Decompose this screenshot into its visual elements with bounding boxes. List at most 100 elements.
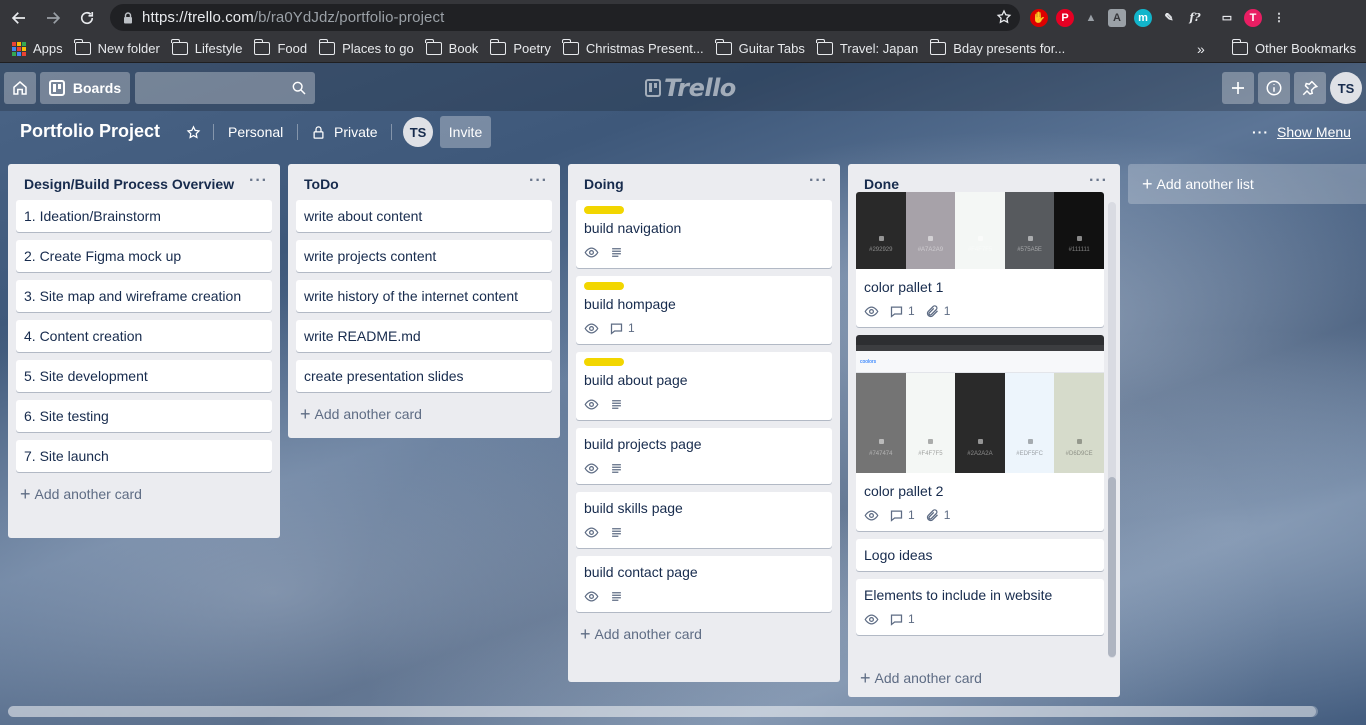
list-menu-button[interactable]: ··· <box>529 172 548 190</box>
card[interactable]: build projects page <box>576 428 832 484</box>
profile-avatar[interactable]: T <box>1244 8 1262 27</box>
card[interactable]: 1. Ideation/Brainstorm <box>16 200 272 232</box>
bookmark-folder[interactable]: Lifestyle <box>171 39 242 56</box>
add-card-button[interactable]: + Add another card <box>848 664 994 696</box>
plus-icon: + <box>300 404 311 424</box>
card[interactable]: build about page <box>576 352 832 420</box>
list-title[interactable]: Design/Build Process Overview <box>8 164 280 200</box>
add-list-button[interactable]: + Add another list <box>1128 164 1366 204</box>
bookmarks-overflow-button[interactable]: » <box>1197 41 1205 57</box>
chrome-menu-icon[interactable]: ⋮ <box>1270 9 1288 27</box>
card[interactable]: 6. Site testing <box>16 400 272 432</box>
bookmark-folder[interactable]: Travel: Japan <box>816 39 919 56</box>
add-card-button[interactable]: + Add another card <box>288 400 560 432</box>
card[interactable]: build skills page <box>576 492 832 548</box>
card[interactable]: 2. Create Figma mock up <box>16 240 272 272</box>
visibility-button[interactable]: Private <box>311 116 378 148</box>
add-list-label: Add another list <box>1156 176 1254 192</box>
card-color-pallet-1[interactable]: #292929 #A7A2A9 #F4F7F5 #575A5E #111111 … <box>856 192 1104 327</box>
bookmark-folder[interactable]: Bday presents for... <box>929 39 1065 56</box>
card[interactable]: 3. Site map and wireframe creation <box>16 280 272 312</box>
color-swatch: #F4F7F5 <box>905 373 956 473</box>
extension-whatfont-icon[interactable]: f? <box>1186 9 1204 27</box>
bookmark-folder[interactable]: Poetry <box>489 39 551 56</box>
list-title[interactable]: ToDo <box>288 164 560 200</box>
extension-font-icon[interactable]: A <box>1108 8 1126 27</box>
list-menu-button[interactable]: ··· <box>1089 172 1108 190</box>
list-design-build: Design/Build Process Overview ··· 1. Ide… <box>8 164 280 538</box>
card[interactable]: write projects content <box>296 240 552 272</box>
list-scrollbar[interactable] <box>1108 202 1116 658</box>
lock-icon <box>124 11 132 23</box>
board-icon <box>48 80 65 96</box>
card[interactable]: Logo ideas <box>856 539 1104 571</box>
list-title[interactable]: Doing <box>568 164 840 200</box>
card-title: build hompage <box>584 296 676 312</box>
search-input[interactable] <box>135 72 315 104</box>
card[interactable]: build navigation <box>576 200 832 268</box>
card-title: build navigation <box>584 220 682 236</box>
bookmark-folder[interactable]: Guitar Tabs <box>715 39 805 56</box>
bookmark-folder[interactable]: Food <box>253 39 307 56</box>
bookmark-label: Travel: Japan <box>839 41 919 56</box>
board-title[interactable]: Portfolio Project <box>20 121 160 142</box>
trello-logo[interactable]: Trello <box>645 74 736 102</box>
folder-icon <box>253 39 271 55</box>
home-button[interactable] <box>4 72 36 104</box>
bookmark-folder[interactable]: New folder <box>74 39 160 56</box>
add-card-button[interactable]: + Add another card <box>8 480 280 512</box>
star-board-button[interactable] <box>186 116 209 148</box>
bookmark-folder[interactable]: Christmas Present... <box>562 39 704 56</box>
comment-badge: 1 <box>609 318 635 338</box>
lock-icon <box>313 125 324 139</box>
card-color-pallet-2[interactable]: coolors #747474 #F4F7F5 #2A2A2A #EDF5FC … <box>856 335 1104 531</box>
user-avatar[interactable]: TS <box>1330 72 1362 104</box>
cast-icon[interactable]: ▭ <box>1218 9 1236 27</box>
card[interactable]: write history of the internet content <box>296 280 552 312</box>
forward-icon[interactable] <box>38 3 68 33</box>
address-bar[interactable]: https://trello.com/b/ra0YdJdz/portfolio-… <box>110 4 1020 31</box>
card[interactable]: 5. Site development <box>16 360 272 392</box>
back-icon[interactable] <box>4 3 34 33</box>
card-title: build contact page <box>584 564 698 580</box>
card[interactable]: build hompage 1 <box>576 276 832 344</box>
card[interactable]: create presentation slides <box>296 360 552 392</box>
card[interactable]: write about content <box>296 200 552 232</box>
create-button[interactable] <box>1222 72 1254 104</box>
extension-pen-icon[interactable]: ✎ <box>1160 9 1178 27</box>
notifications-button[interactable] <box>1294 72 1326 104</box>
extension-hand-icon[interactable]: ✋ <box>1030 8 1048 27</box>
team-button[interactable]: Personal <box>228 116 283 148</box>
description-icon <box>609 525 624 540</box>
reload-icon[interactable] <box>72 3 102 33</box>
bookmark-star-icon[interactable] <box>996 9 1012 25</box>
card[interactable]: 7. Site launch <box>16 440 272 472</box>
comment-icon <box>610 323 623 335</box>
list-done: Done ··· #292929 #A7A2A9 #F4F7F5 #575A5E… <box>848 164 1120 697</box>
extension-drive-icon[interactable]: ▲ <box>1082 9 1100 27</box>
scrollbar-thumb[interactable] <box>1108 477 1116 657</box>
extension-m-icon[interactable]: m <box>1134 8 1152 27</box>
board-horizontal-scrollbar[interactable] <box>8 706 1318 717</box>
extension-pinterest-icon[interactable]: P <box>1056 8 1074 27</box>
bookmark-folder[interactable]: Places to go <box>318 39 414 56</box>
card[interactable]: 4. Content creation <box>16 320 272 352</box>
card[interactable]: Elements to include in website 1 <box>856 579 1104 635</box>
bookmark-label: Poetry <box>513 41 551 56</box>
card[interactable]: write README.md <box>296 320 552 352</box>
bookmark-apps[interactable]: Apps <box>12 41 63 56</box>
card[interactable]: build contact page <box>576 556 832 612</box>
list-menu-button[interactable]: ··· <box>809 172 828 190</box>
invite-button[interactable]: Invite <box>440 116 491 148</box>
bookmark-folder[interactable]: Book <box>425 39 479 56</box>
scrollbar-thumb[interactable] <box>8 706 1316 717</box>
info-button[interactable] <box>1258 72 1290 104</box>
show-menu-button[interactable]: ··· Show Menu <box>1252 116 1351 148</box>
apps-icon <box>12 41 26 56</box>
add-card-button[interactable]: + Add another card <box>568 620 840 652</box>
bookmark-label: Book <box>448 41 479 56</box>
boards-button[interactable]: Boards <box>40 72 130 104</box>
member-avatar[interactable]: TS <box>403 117 433 147</box>
list-menu-button[interactable]: ··· <box>249 172 268 190</box>
other-bookmarks[interactable]: Other Bookmarks <box>1231 39 1356 56</box>
